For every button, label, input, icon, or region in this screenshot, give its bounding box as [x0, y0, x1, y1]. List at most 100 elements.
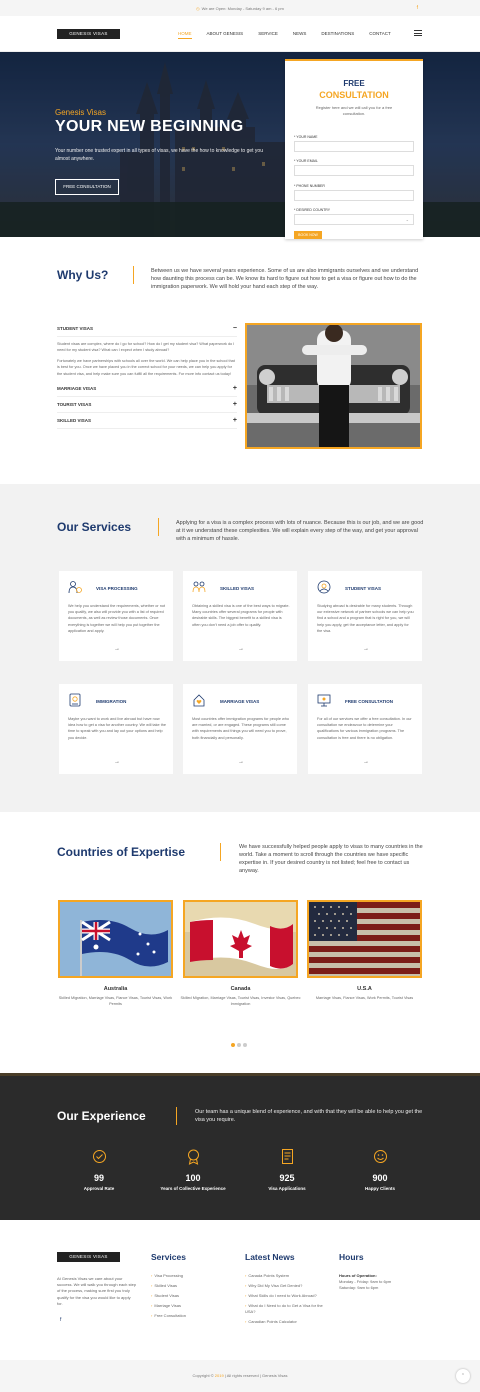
country-visas: Skilled Migration, Marriage Visas, Touri… — [180, 996, 301, 1006]
logo[interactable]: GENESIS VISAS — [57, 29, 120, 39]
smiley-icon — [373, 1150, 387, 1163]
student-icon — [317, 580, 331, 594]
australia-flag-image[interactable] — [58, 900, 173, 978]
nav-home[interactable]: HOME — [178, 31, 192, 39]
stat-label: Years of Collective Experience — [160, 1186, 226, 1191]
divider — [176, 1107, 177, 1125]
arrow-right-icon[interactable]: → — [238, 759, 244, 765]
document-icon — [281, 1149, 293, 1164]
service-card-visa-processing[interactable]: VISA PROCESSING We help you understand t… — [59, 571, 173, 661]
accordion-label: MARRIAGE VISAS — [57, 386, 97, 392]
accordion-marriage-visas[interactable]: MARRIAGE VISAS + — [57, 381, 237, 398]
footer-logo[interactable]: GENESIS VISAS — [57, 1252, 120, 1262]
carousel-dot[interactable] — [243, 1043, 247, 1047]
service-card-student-visas[interactable]: STUDENT VISAS Studying abroad is desirab… — [308, 571, 422, 661]
card-title: SKILLED VISAS — [220, 586, 255, 591]
country-name: U.S.A — [357, 986, 372, 992]
accordion-tourist-visas[interactable]: TOURIST VISAS + — [57, 397, 237, 414]
back-to-top-button[interactable]: ⌃ — [456, 1369, 470, 1383]
nav-news[interactable]: NEWS — [293, 31, 307, 39]
arrow-right-icon[interactable]: → — [363, 646, 369, 652]
accordion-skilled-visas[interactable]: SKILLED VISAS + — [57, 413, 237, 430]
country-label: * DESIRED COUNTRY — [294, 208, 331, 212]
footer-hours-title: Hours — [339, 1252, 364, 1262]
country-select[interactable]: ⌄ — [294, 214, 414, 225]
arrow-right-icon[interactable]: → — [114, 646, 120, 652]
card-title: VISA PROCESSING — [96, 586, 138, 591]
canada-flag-image[interactable] — [183, 900, 298, 978]
news-link[interactable]: › Canada Points System — [245, 1273, 330, 1279]
visa-processing-icon — [68, 581, 82, 594]
clock-icon: ◷ — [196, 6, 200, 11]
student-visa-text-2: Fortunately we have partnerships with sc… — [57, 358, 235, 376]
footer-link[interactable]: › Visa Processing — [151, 1273, 186, 1279]
form-title-free: FREE — [343, 79, 365, 88]
stat-approval-rate: 99 Approval Rate — [59, 1148, 139, 1191]
free-consultation-button[interactable]: FREE CONSULTATION — [55, 179, 119, 195]
nav-service[interactable]: SERVICE — [258, 31, 278, 39]
student-visa-text-1: Student visas are complex, where do I go… — [57, 342, 235, 353]
hero-pretitle: Genesis Visas — [55, 108, 106, 117]
experience-section: Our Experience Our team has a unique ble… — [0, 1073, 480, 1220]
form-title-consultation: CONSULTATION — [319, 90, 389, 100]
nav-destinations[interactable]: DESTINATIONS — [321, 31, 354, 39]
news-link[interactable]: › Why Did My Visa Get Denied? — [245, 1283, 330, 1289]
hamburger-menu-icon[interactable] — [414, 30, 422, 38]
why-us-description: Between us we have several years experie… — [151, 268, 419, 290]
card-title: MARRIAGE VISAS — [220, 699, 260, 704]
phone-input[interactable] — [294, 190, 414, 201]
stat-happy-clients: 900 Happy Clients — [340, 1148, 420, 1191]
footer-link[interactable]: › Student Visas — [151, 1293, 186, 1299]
footer-about: At Genesis Visas we care about your succ… — [57, 1276, 137, 1306]
medal-icon — [187, 1149, 199, 1165]
footer-hours: Hours Hours of Operation: Monday - Frida… — [339, 1252, 424, 1291]
stat-applications: 925 Visa Applications — [247, 1148, 327, 1191]
arrow-right-icon[interactable]: → — [114, 759, 120, 765]
news-link[interactable]: › What do I Need to do to Get a Visa for … — [245, 1303, 330, 1315]
card-text: For all of our services we offer a free … — [317, 717, 412, 740]
nav-about[interactable]: ABOUT GENESIS — [207, 31, 244, 39]
carousel-dots — [231, 1034, 249, 1052]
name-input[interactable] — [294, 141, 414, 152]
footer-link[interactable]: › Marriage Visas — [151, 1303, 186, 1309]
opening-hours-text: We are Open: Monday - Saturday 9 am - 6 … — [201, 6, 284, 11]
email-input[interactable] — [294, 165, 414, 176]
divider — [220, 843, 221, 861]
footer-link[interactable]: › Skilled Visas — [151, 1283, 186, 1289]
service-card-skilled-visas[interactable]: SKILLED VISAS Obtaining a skilled visa i… — [183, 571, 297, 661]
news-link[interactable]: › Canadian Points Calculator — [245, 1319, 330, 1325]
facebook-icon[interactable]: f — [60, 1317, 61, 1323]
carousel-dot[interactable] — [237, 1043, 241, 1047]
services-description: Applying for a visa is a complex process… — [176, 520, 424, 542]
card-title: FREE CONSULTATION — [345, 699, 393, 704]
facebook-icon[interactable]: f — [417, 5, 418, 11]
nav-menu: HOME ABOUT GENESIS SERVICE NEWS DESTINAT… — [178, 31, 406, 39]
experience-title: Our Experience — [57, 1109, 146, 1123]
service-card-marriage-visas[interactable]: MARRIAGE VISAS Most countries offer immi… — [183, 684, 297, 774]
stat-experience: 100 Years of Collective Experience — [153, 1148, 233, 1191]
footer-services-title: Services — [151, 1252, 186, 1262]
service-card-immigration[interactable]: IMMIGRATION Maybe you want to work and l… — [59, 684, 173, 774]
service-card-free-consultation[interactable]: FREE CONSULTATION For all of our service… — [308, 684, 422, 774]
book-now-button[interactable]: BOOK NOW — [294, 231, 322, 239]
arrow-right-icon[interactable]: → — [363, 759, 369, 765]
usa-flag-image[interactable] — [307, 900, 422, 978]
carousel-dot[interactable] — [231, 1043, 235, 1047]
accordion-student-visas[interactable]: STUDENT VISAS − — [57, 321, 237, 337]
plus-icon: + — [232, 417, 237, 425]
visa-accordion: STUDENT VISAS − Student visas are complex… — [57, 321, 237, 430]
divider — [158, 518, 159, 536]
stat-number: 100 — [185, 1173, 201, 1183]
footer-services: Services › Visa Processing › Skilled Visas… — [151, 1252, 186, 1323]
stat-label: Approval Rate — [83, 1186, 115, 1191]
hero-title: YOUR NEW BEGINNING — [55, 118, 244, 135]
footer-news-title: Latest News — [245, 1252, 295, 1262]
footer-link[interactable]: › Free Consultation — [151, 1313, 186, 1319]
accordion-label: STUDENT VISAS — [57, 326, 94, 331]
arrow-right-icon[interactable]: → — [238, 646, 244, 652]
copyright-text: Copyright © 2019 | All rights reserved |… — [192, 1373, 288, 1378]
card-text: Obtaining a skilled visa is one of the b… — [192, 604, 290, 627]
news-link[interactable]: › What Skills do I need to Work Abroad? — [245, 1293, 330, 1299]
accordion-label: SKILLED VISAS — [57, 418, 92, 424]
nav-contact[interactable]: CONTACT — [369, 31, 390, 39]
